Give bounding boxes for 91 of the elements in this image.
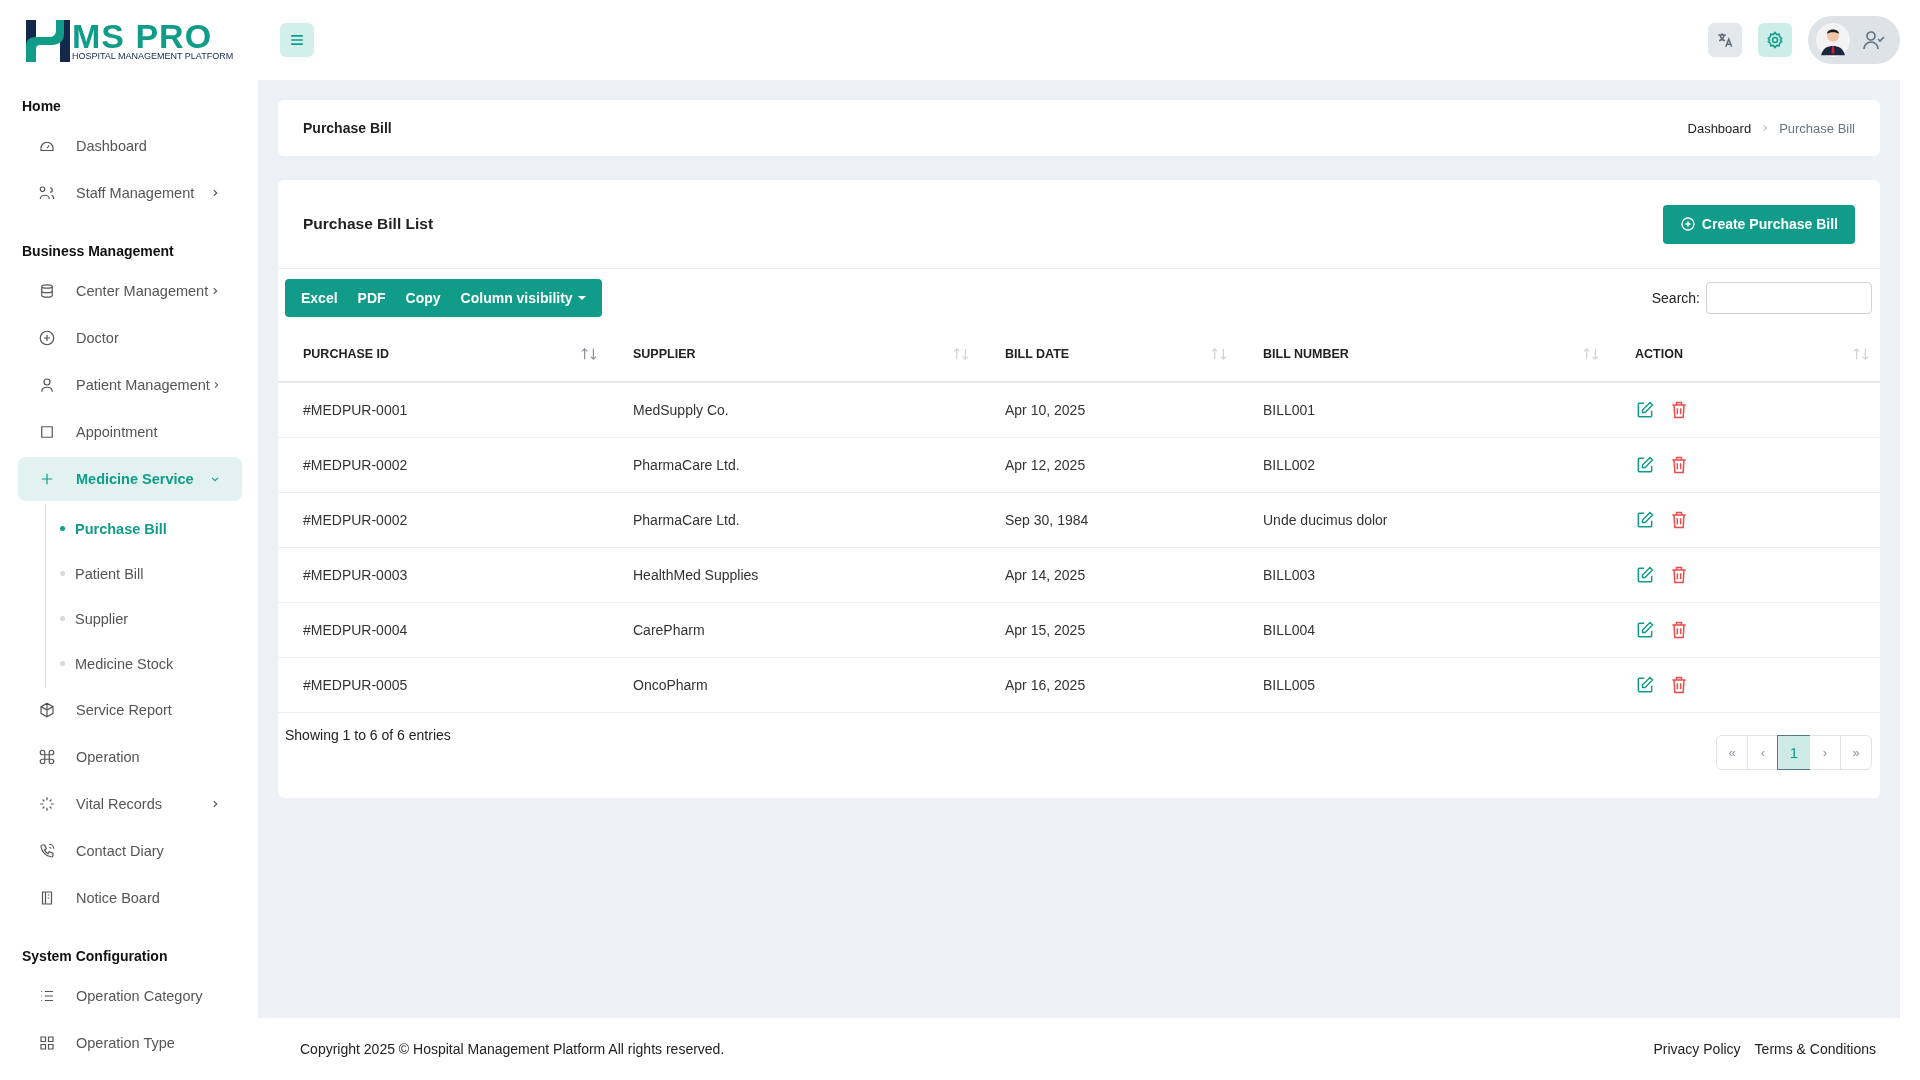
logo-title: MS PRO [72, 21, 213, 51]
table-cell: BILL002 [1263, 457, 1316, 473]
table-cell: MedSupply Co. [633, 402, 729, 418]
table-cell: Apr 14, 2025 [1005, 567, 1086, 583]
sidebar-item[interactable]: Dashboard [18, 124, 242, 168]
table-cell: PharmaCare Ltd. [633, 457, 740, 473]
sidebar-item[interactable]: Operation [18, 735, 242, 779]
search-label: Search: [1651, 290, 1700, 306]
command-icon [38, 748, 56, 766]
breadcrumb-item[interactable]: Dashboard [1687, 120, 1752, 136]
trash-icon[interactable] [1669, 400, 1689, 420]
table-cell: BILL003 [1263, 567, 1316, 583]
edit-icon[interactable] [1635, 455, 1655, 475]
submenu-item[interactable]: Medicine Stock [46, 641, 242, 686]
translate-icon [1715, 30, 1735, 50]
sidebar-item[interactable]: Patient Management [18, 363, 242, 407]
edit-icon[interactable] [1635, 675, 1655, 695]
column-header[interactable]: BILL DATE [1005, 347, 1070, 361]
logo-mark-icon [26, 20, 70, 62]
column-header[interactable]: BILL NUMBER [1263, 347, 1349, 361]
settings-icon [1765, 30, 1785, 50]
section-heading: Home [21, 97, 62, 116]
table-cell: Apr 15, 2025 [1005, 622, 1086, 638]
sidebar-item[interactable]: Operation Category [18, 974, 242, 1018]
trash-icon[interactable] [1669, 455, 1689, 475]
trash-icon[interactable] [1669, 565, 1689, 585]
user-check-icon [1862, 28, 1886, 52]
grid-icon [38, 1034, 56, 1052]
phone-icon [38, 842, 56, 860]
table-cell: #MEDPUR-0001 [303, 402, 408, 418]
table-cell: #MEDPUR-0002 [303, 457, 408, 473]
sort-icon[interactable] [580, 347, 598, 361]
column-header[interactable]: ACTION [1635, 347, 1683, 361]
sidebar-item[interactable]: Staff Management [18, 171, 242, 215]
submenu-item[interactable]: Supplier [46, 596, 242, 641]
table-cell: HealthMed Supplies [633, 567, 759, 583]
table-cell: #MEDPUR-0002 [303, 512, 408, 528]
profile-menu[interactable] [1808, 16, 1900, 64]
settings-button[interactable] [1758, 23, 1792, 57]
footer-link[interactable]: Privacy Policy [1653, 1041, 1741, 1057]
cube-icon [38, 701, 56, 719]
sidebar-item[interactable]: Appointment [18, 410, 242, 454]
column-header[interactable]: SUPPLIER [633, 347, 696, 361]
table-cell: Apr 16, 2025 [1005, 677, 1086, 693]
footer-link[interactable]: Terms & Conditions [1754, 1041, 1876, 1057]
table-cell: OncoPharm [633, 677, 708, 693]
table-cell: Apr 12, 2025 [1005, 457, 1086, 473]
translate-button[interactable] [1708, 23, 1742, 57]
table-cell: Unde ducimus dolor [1263, 512, 1388, 528]
edit-icon[interactable] [1635, 620, 1655, 640]
table-cell: Sep 30, 1984 [1005, 512, 1089, 528]
table-cell: #MEDPUR-0003 [303, 567, 408, 583]
table-cell: #MEDPUR-0005 [303, 677, 408, 693]
edit-icon[interactable] [1635, 565, 1655, 585]
square-icon [38, 423, 56, 441]
search-field[interactable] [1706, 282, 1872, 314]
sidebar-item[interactable]: Contact Diary [18, 829, 242, 873]
table-cell: BILL004 [1263, 622, 1316, 638]
menu-button[interactable] [280, 23, 314, 57]
trash-icon[interactable] [1669, 675, 1689, 695]
avatar-icon [1816, 23, 1850, 57]
breadcrumb-item: Purchase Bill [1779, 120, 1855, 136]
edit-icon[interactable] [1635, 510, 1655, 530]
edit-icon[interactable] [1635, 400, 1655, 420]
section-heading: System Configuration [21, 947, 169, 966]
loader-icon [38, 795, 56, 813]
table-cell: Apr 10, 2025 [1005, 402, 1086, 418]
entries-info: Showing 1 to 6 of 6 entries [285, 727, 451, 743]
page-title: Purchase Bill [303, 120, 392, 136]
submenu-item[interactable]: Patient Bill [46, 551, 242, 596]
copyright-text: Copyright 2025 © Hospital Management Platform All rights reserved. [300, 1041, 725, 1057]
column-header[interactable]: PURCHASE ID [303, 347, 390, 361]
trash-icon[interactable] [1669, 510, 1689, 530]
table-cell: CarePharm [633, 622, 705, 638]
section-heading: Business Management [21, 242, 175, 261]
table-cell: PharmaCare Ltd. [633, 512, 740, 528]
trash-icon[interactable] [1669, 620, 1689, 640]
table-cell: BILL001 [1263, 402, 1316, 418]
sidebar-item[interactable]: Doctor [18, 316, 242, 360]
logo-subtitle: HOSPITAL MANAGEMENT PLATFORM [72, 51, 234, 62]
user-icon [38, 376, 56, 394]
table-cell: #MEDPUR-0004 [303, 622, 408, 638]
sidebar-item[interactable]: Center Management [18, 269, 242, 313]
sidebar-item[interactable]: Operation Type [18, 1021, 242, 1065]
sidebar-item[interactable]: Service Report [18, 688, 242, 732]
users-icon [38, 184, 56, 202]
sidebar-item[interactable]: Vital Records [18, 782, 242, 826]
database-icon [38, 282, 56, 300]
sidebar-item[interactable]: Notice Board [18, 876, 242, 920]
table-cell: BILL005 [1263, 677, 1316, 693]
card-title: Purchase Bill List [303, 215, 434, 233]
